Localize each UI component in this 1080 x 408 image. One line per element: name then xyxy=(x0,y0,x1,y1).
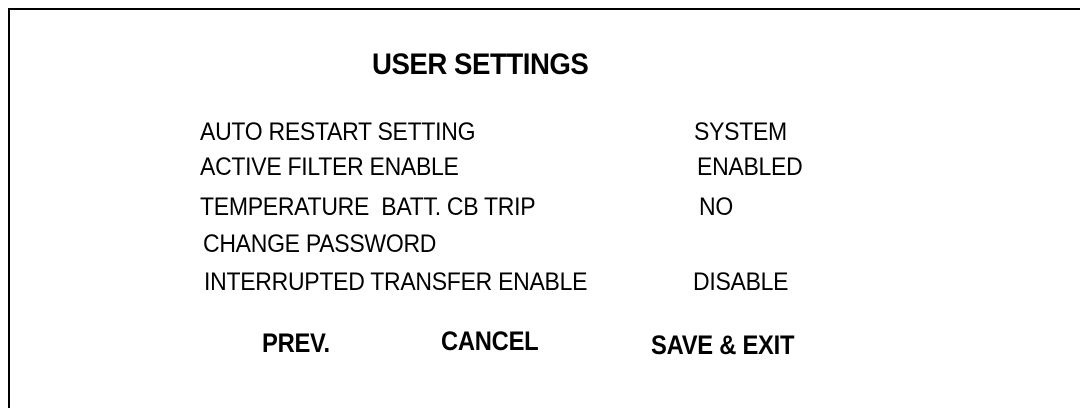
setting-label-auto-restart[interactable]: AUTO RESTART SETTING xyxy=(200,118,475,147)
setting-label-temperature-batt-cb-trip[interactable]: TEMPERATURE BATT. CB TRIP xyxy=(200,193,536,222)
setting-value-temperature-batt-cb-trip[interactable]: NO xyxy=(699,193,733,222)
setting-value-active-filter[interactable]: ENABLED xyxy=(697,153,803,182)
prev-button[interactable]: PREV. xyxy=(262,328,330,359)
page-title: USER SETTINGS xyxy=(372,48,589,81)
setting-label-interrupted-transfer[interactable]: INTERRUPTED TRANSFER ENABLE xyxy=(204,268,587,297)
cancel-button[interactable]: CANCEL xyxy=(441,326,539,357)
setting-value-interrupted-transfer[interactable]: DISABLE xyxy=(693,268,789,297)
setting-label-change-password[interactable]: CHANGE PASSWORD xyxy=(203,230,436,259)
save-exit-button[interactable]: SAVE & EXIT xyxy=(651,330,794,361)
setting-value-auto-restart[interactable]: SYSTEM xyxy=(694,118,787,147)
setting-label-active-filter[interactable]: ACTIVE FILTER ENABLE xyxy=(200,153,459,182)
